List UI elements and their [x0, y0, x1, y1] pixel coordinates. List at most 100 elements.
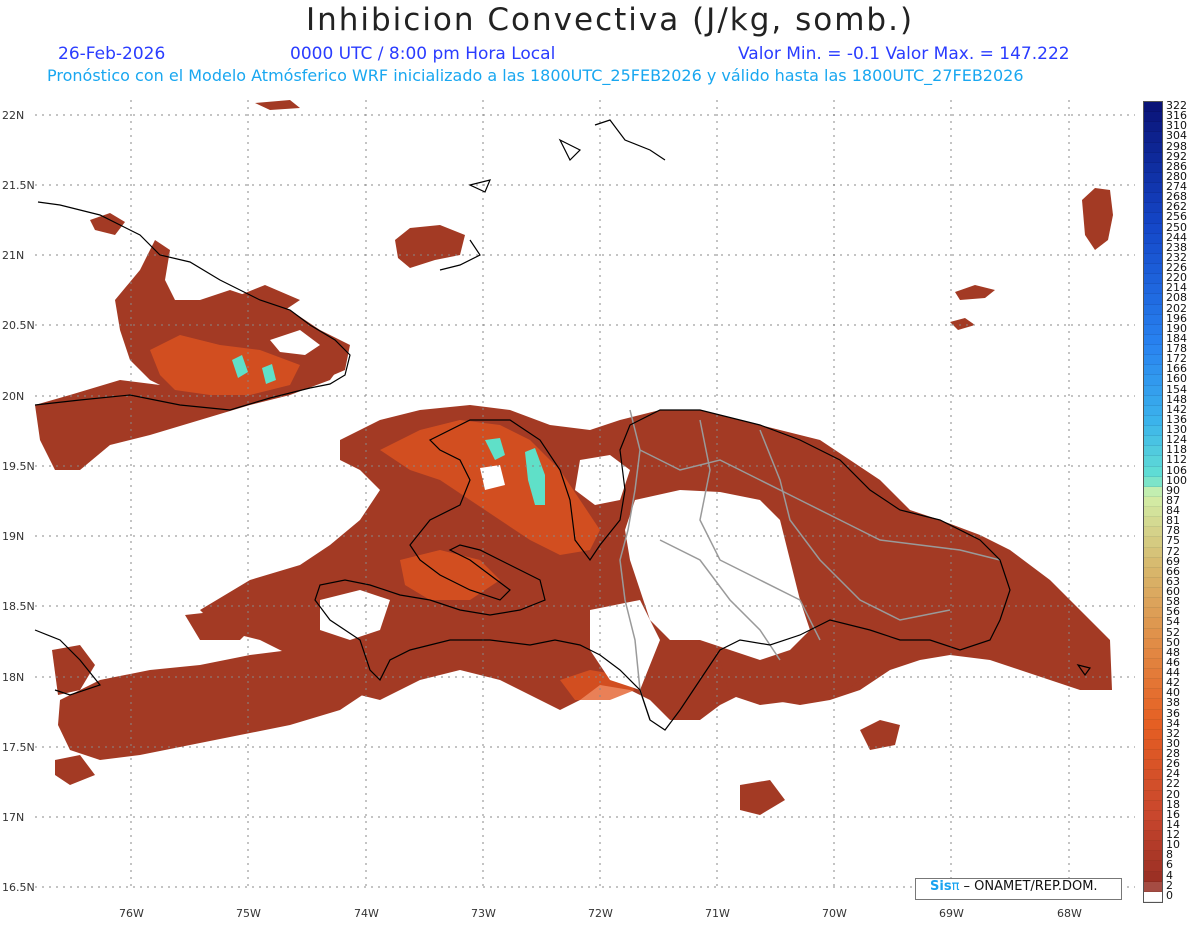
lat-label: 18N — [2, 671, 25, 684]
colorbar-segment — [1144, 790, 1162, 801]
colorbar-segment — [1144, 820, 1162, 831]
colorbar — [1143, 101, 1163, 903]
colorbar-segment — [1144, 142, 1162, 153]
colorbar-segment — [1144, 527, 1162, 538]
lon-label: 70W — [822, 907, 847, 920]
colorbar-segment — [1144, 537, 1162, 548]
colorbar-segment — [1144, 183, 1162, 194]
forecast-date: 26-Feb-2026 — [58, 44, 166, 64]
credit-sis: Sis — [930, 879, 952, 894]
colorbar-segment — [1144, 598, 1162, 609]
lon-label: 74W — [354, 907, 379, 920]
colorbar-segment — [1144, 152, 1162, 163]
colorbar-segment — [1144, 679, 1162, 690]
lat-label: 19.5N — [2, 460, 35, 473]
map-title: Inhibicion Convectiva (J/kg, somb.) — [305, 2, 915, 38]
lon-label: 72W — [588, 907, 613, 920]
colorbar-segment — [1144, 243, 1162, 254]
colorbar-label: 0 — [1166, 888, 1173, 902]
lon-label: 69W — [939, 907, 964, 920]
colorbar-segment — [1144, 102, 1162, 113]
colorbar-segment — [1144, 466, 1162, 477]
colorbar-segment — [1144, 456, 1162, 467]
colorbar-segment — [1144, 517, 1162, 528]
colorbar-segment — [1144, 223, 1162, 234]
colorbar-segment — [1144, 588, 1162, 599]
colorbar-segment — [1144, 557, 1162, 568]
lat-label: 20.5N — [2, 319, 35, 332]
colorbar-segment — [1144, 608, 1162, 619]
colorbar-segment — [1144, 831, 1162, 842]
lat-label: 20N — [2, 390, 25, 403]
colorbar-segment — [1144, 871, 1162, 882]
colorbar-segment — [1144, 112, 1162, 123]
colorbar-segment — [1144, 193, 1162, 204]
colorbar-segment — [1144, 729, 1162, 740]
colorbar-segment — [1144, 648, 1162, 659]
colorbar-segment — [1144, 638, 1162, 649]
colorbar-segment — [1144, 628, 1162, 639]
lat-label: 22N — [2, 109, 25, 122]
colorbar-segment — [1144, 547, 1162, 558]
colorbar-segment — [1144, 496, 1162, 507]
colorbar-segment — [1144, 810, 1162, 821]
colorbar-segment — [1144, 486, 1162, 497]
lon-label: 68W — [1057, 907, 1082, 920]
lat-label: 18.5N — [2, 600, 35, 613]
colorbar-segment — [1144, 314, 1162, 325]
colorbar-segment — [1144, 213, 1162, 224]
colorbar-segment — [1144, 436, 1162, 447]
colorbar-segment — [1144, 253, 1162, 264]
colorbar-segment — [1144, 841, 1162, 852]
forecast-time: 0000 UTC / 8:00 pm Hora Local — [290, 44, 556, 64]
colorbar-segment — [1144, 881, 1162, 892]
colorbar-segment — [1144, 264, 1162, 275]
lat-label: 16.5N — [2, 881, 35, 894]
colorbar-segment — [1144, 345, 1162, 356]
colorbar-segment — [1144, 891, 1162, 902]
colorbar-segment — [1144, 446, 1162, 457]
credit-pi: π — [951, 879, 960, 894]
colorbar-segment — [1144, 800, 1162, 811]
colorbar-segment — [1144, 567, 1162, 578]
colorbar-segment — [1144, 739, 1162, 750]
colorbar-segment — [1144, 415, 1162, 426]
colorbar-segment — [1144, 355, 1162, 366]
colorbar-segment — [1144, 618, 1162, 629]
colorbar-segment — [1144, 334, 1162, 345]
colorbar-segment — [1144, 426, 1162, 437]
colorbar-segment — [1144, 405, 1162, 416]
colorbar-segment — [1144, 669, 1162, 680]
colorbar-segment — [1144, 132, 1162, 143]
colorbar-segment — [1144, 770, 1162, 781]
map-panel — [34, 100, 1135, 890]
colorbar-segment — [1144, 689, 1162, 700]
lon-label: 71W — [705, 907, 730, 920]
colorbar-segment — [1144, 122, 1162, 133]
credit-box: Sisπ – ONAMET/REP.DOM. — [915, 878, 1122, 900]
colorbar-segment — [1144, 203, 1162, 214]
lon-label: 75W — [236, 907, 261, 920]
colorbar-segment — [1144, 861, 1162, 872]
colorbar-segment — [1144, 172, 1162, 183]
lat-label: 17.5N — [2, 741, 35, 754]
colorbar-segment — [1144, 395, 1162, 406]
colorbar-segment — [1144, 851, 1162, 862]
credit-text: – ONAMET/REP.DOM. — [963, 879, 1098, 894]
min-max-values: Valor Min. = -0.1 Valor Max. = 147.222 — [738, 44, 1070, 64]
colorbar-segment — [1144, 385, 1162, 396]
model-info: Pronóstico con el Modelo Atmósferico WRF… — [47, 66, 1024, 85]
lat-label: 17N — [2, 811, 25, 824]
colorbar-segment — [1144, 709, 1162, 720]
colorbar-segment — [1144, 365, 1162, 376]
colorbar-segment — [1144, 284, 1162, 295]
colorbar-segment — [1144, 324, 1162, 335]
colorbar-segment — [1144, 750, 1162, 761]
lat-label: 21.5N — [2, 179, 35, 192]
colorbar-segment — [1144, 476, 1162, 487]
lon-label: 73W — [471, 907, 496, 920]
colorbar-segment — [1144, 577, 1162, 588]
colorbar-segment — [1144, 162, 1162, 173]
lon-label: 76W — [119, 907, 144, 920]
colorbar-segment — [1144, 780, 1162, 791]
